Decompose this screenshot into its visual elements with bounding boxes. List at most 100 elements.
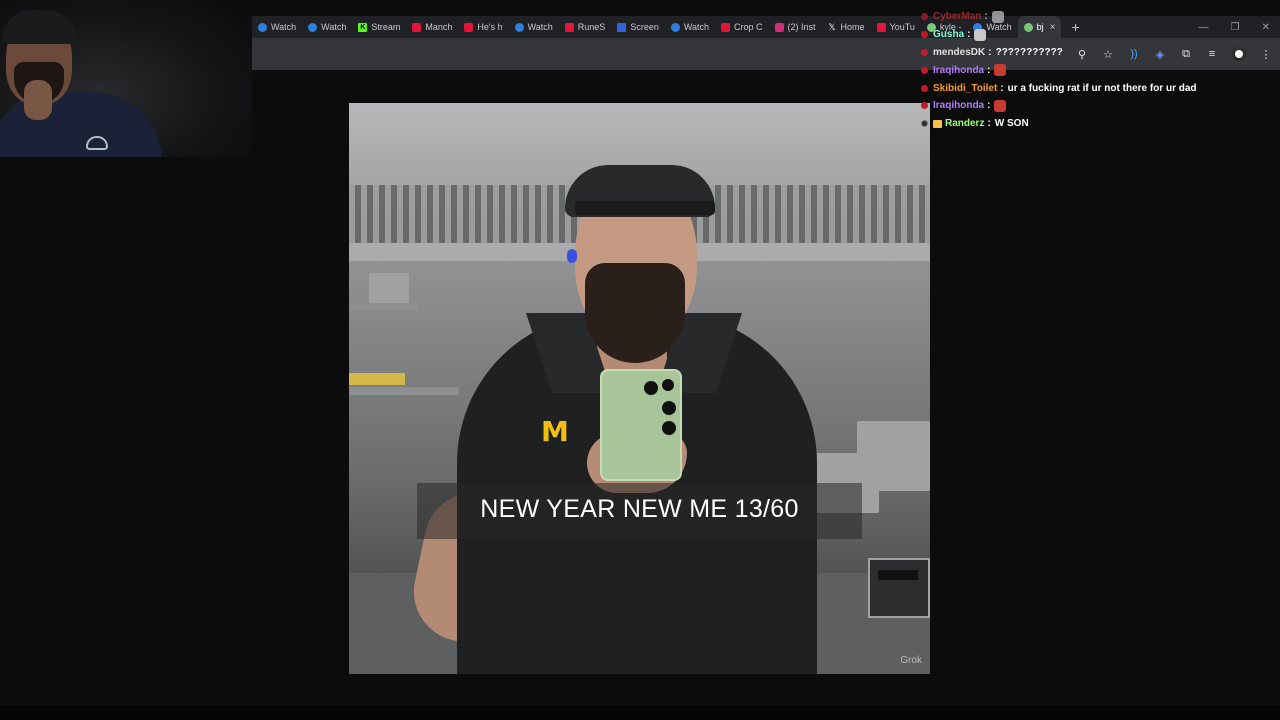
browser-tab[interactable]: Watch [252,16,302,38]
browser-tab[interactable]: He's h [458,16,508,38]
screen-tab-icon [617,22,627,32]
chat-message: Gusha: [918,26,1278,44]
browser-tab-label: (2) Inst [787,22,816,32]
browser-tab[interactable]: Manch [406,16,458,38]
kitchen-pot [369,273,409,303]
chat-emote-icon [974,28,987,41]
kick-icon: K [358,22,368,32]
chat-username[interactable]: Iraqihonda [933,100,984,111]
x-logo-icon: 𝕏 [828,21,836,32]
platform-dot-icon [921,13,928,21]
browser-tab-label: Watch [271,22,297,32]
browser-tab[interactable]: Watch [665,16,715,38]
browser-tab[interactable]: Watch [509,16,559,38]
browser-tab[interactable]: Crop C [715,16,769,38]
camera-lens [644,381,658,395]
browser-tab[interactable]: Screen [611,16,665,38]
browser-tab-label: Screen [630,22,659,32]
subscriber-badge-icon [933,119,942,128]
platform-dot-icon [921,84,928,92]
youtube-icon [564,22,574,32]
stream-frame: Watch Watch K Stream Manch He's h Watch RuneS Sc… [0,0,1280,720]
streamer-webcam [0,0,252,157]
chat-username[interactable]: Iraqihonda [933,65,984,76]
chat-message: mendesDK:??????????? [918,44,1278,62]
mcdonalds-logo: M [541,415,569,448]
chat-text: ur a fucking rat if ur not there for ur … [1007,82,1197,94]
chat-message: Randerz: W SON [918,115,1278,133]
person-beard [585,263,685,363]
chat-separator: : [988,46,992,58]
chat-emote-icon [991,10,1004,23]
video-frame[interactable]: M NEW YEAR NEW ME 13/60 Grok [349,103,930,674]
browser-tab-label: Watch [683,22,710,32]
grok-watermark: Grok [900,655,922,666]
platform-dot-icon [921,31,928,39]
youtube-icon [412,22,422,32]
browser-tab-label: He's h [477,22,503,32]
camera-lens [662,401,676,415]
smartphone [600,369,682,481]
yellow-tray [349,373,405,385]
chat-overlay: CyberMan: Gusha: mendesDK:??????????? Iraqi… [918,8,1278,133]
chat-text: W SON [994,118,1029,130]
chat-username[interactable]: Randerz [945,118,984,129]
watch-tab-icon [514,22,524,32]
browser-tab-label: Stream [371,22,401,32]
watch-tab-icon [308,22,318,32]
chat-separator: : [987,118,991,130]
oven-panel [868,558,930,618]
visor-brim [575,201,715,215]
browser-tab[interactable]: 𝕏 Home [822,16,871,38]
youtube-icon [876,22,886,32]
kitchen-shelf [349,387,459,395]
chat-emote-icon [994,64,1007,77]
chat-username[interactable]: Skibidi_Toilet [933,83,997,94]
chat-username[interactable]: mendesDK [933,47,985,58]
hoodie-logo [86,136,108,150]
browser-tab[interactable]: (2) Inst [769,16,822,38]
chat-message: CyberMan: [918,8,1278,26]
chat-username[interactable]: CyberMan [933,11,981,22]
chat-message: Skibidi_Toilet: ur a fucking rat if ur no… [918,79,1278,97]
browser-tab[interactable]: K Stream [352,16,406,38]
kitchen-shelf [349,303,419,311]
camera-lens [662,421,676,435]
browser-tab[interactable]: RuneS [559,16,612,38]
bottom-bar [0,706,1280,720]
browser-tab[interactable]: Watch [302,16,352,38]
chat-separator: : [967,29,971,41]
browser-tab-label: Crop C [734,22,763,32]
webcam-cap [2,10,76,44]
watch-tab-icon [670,22,680,32]
platform-dot-icon [921,48,928,56]
webcam-hand [24,80,52,120]
camera-lens [662,379,674,391]
watch-tab-icon [258,22,267,32]
youtube-icon [464,22,474,32]
platform-dot-icon [921,66,928,74]
chat-emote-icon [994,99,1007,112]
chat-separator: : [1000,82,1004,94]
earbud [567,249,577,263]
chat-username[interactable]: Gusha [933,29,964,40]
chat-separator: : [987,100,991,112]
chat-message: Iraqihonda: [918,97,1278,115]
browser-tab-label: YouTu [889,22,915,32]
steel-station [857,421,930,491]
instagram-icon [774,22,784,32]
chat-message: Iraqihonda: [918,61,1278,79]
browser-tab-label: Home [840,22,865,32]
chat-separator: : [984,11,988,23]
video-caption: NEW YEAR NEW ME 13/60 [480,495,799,523]
browser-tab-label: RuneS [577,22,606,32]
chat-separator: : [987,64,991,76]
oven-display [878,570,918,580]
browser-tab-label: Manch [425,22,453,32]
browser-tab[interactable]: YouTu [871,16,921,38]
youtube-icon [721,22,731,32]
browser-tab-label: Watch [321,22,347,32]
chat-text: ??????????? [995,46,1063,58]
platform-dot-icon [921,120,928,128]
platform-dot-icon [921,102,928,110]
